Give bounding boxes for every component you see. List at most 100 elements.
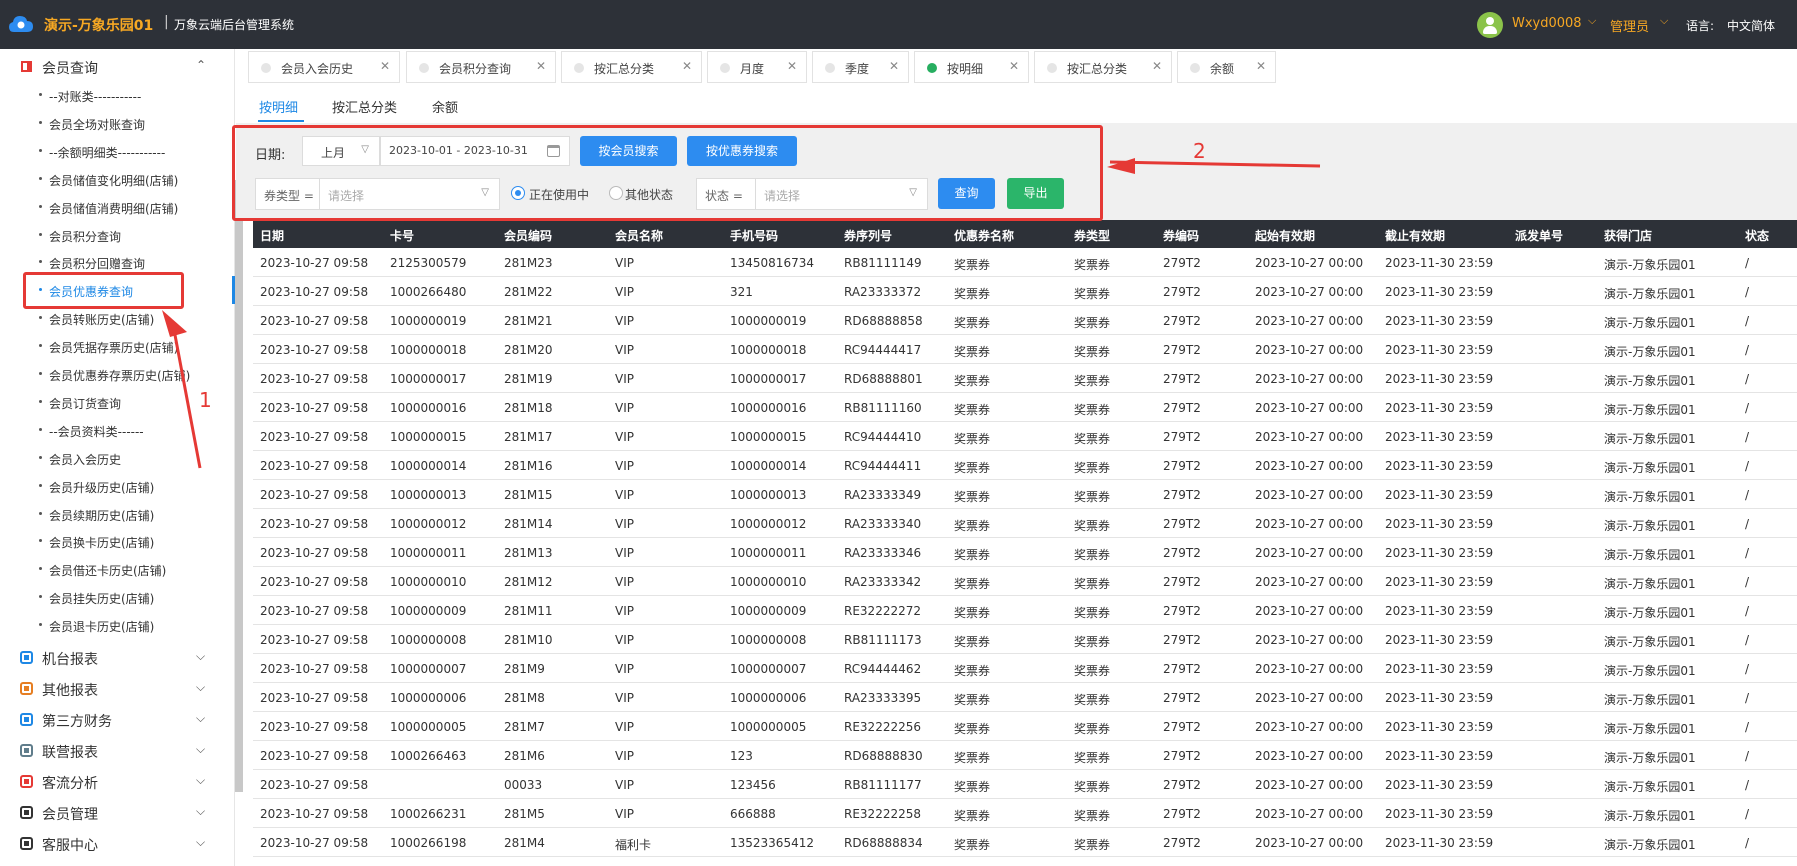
sidebar-scrollbar[interactable] xyxy=(235,180,243,792)
sidebar-item[interactable]: 会员挂失历史(店铺) xyxy=(0,583,235,611)
table-cell: 奖票券 xyxy=(1074,345,1111,359)
table-row[interactable]: 2023-10-27 09:58 1000000010 281M12 VIP 10000… xyxy=(253,567,1797,596)
sidebar-item[interactable]: 会员入会历史 xyxy=(0,444,235,472)
table-row[interactable]: 2023-10-27 09:58 1000000007 281M9 VIP 100000… xyxy=(253,654,1797,683)
table-row[interactable]: 2023-10-27 09:58 1000000017 281M19 VIP 10000… xyxy=(253,364,1797,393)
table-row[interactable]: 2023-10-27 09:58 1000000005 281M7 VIP 100000… xyxy=(253,712,1797,741)
column-header[interactable]: 券类型 xyxy=(1074,227,1110,244)
sidebar-item[interactable]: 会员储值变化明细(店铺) xyxy=(0,165,235,193)
sidebar-item[interactable]: 会员凭据存票历史(店铺) xyxy=(0,332,235,360)
sidebar-item[interactable]: 会员换卡历史(店铺) xyxy=(0,527,235,555)
table-cell: 1000000012 xyxy=(730,517,807,531)
column-header[interactable]: 派发单号 xyxy=(1515,227,1563,244)
sidebar-group[interactable]: 其他报表 ⌵ xyxy=(0,673,235,703)
close-icon[interactable]: ✕ xyxy=(1009,59,1019,73)
user-name[interactable]: Wxyd0008 xyxy=(1512,16,1582,31)
table-row[interactable]: 2023-10-27 09:58 1000266231 281M5 VIP 666888… xyxy=(253,799,1797,828)
sidebar-item[interactable]: 会员储值消费明细(店铺) xyxy=(0,193,235,221)
column-header[interactable]: 手机号码 xyxy=(730,227,778,244)
sidebar-group[interactable]: 第三方财务 ⌵ xyxy=(0,704,235,734)
sidebar-group-member-query[interactable]: 会员查询 ⌃ xyxy=(0,51,235,81)
sidebar-item[interactable]: 会员借还卡历史(店铺) xyxy=(0,555,235,583)
table-cell: 2023-10-27 00:00 xyxy=(1255,749,1364,763)
sidebar-item[interactable]: 会员积分查询 xyxy=(0,221,235,249)
chevron-down-icon: ⌵ xyxy=(196,649,206,663)
column-header[interactable]: 会员名称 xyxy=(615,227,663,244)
table-cell: 1000000009 xyxy=(730,604,807,618)
table-cell: 1000000013 xyxy=(730,488,807,502)
sidebar-group[interactable]: 机台报表 ⌵ xyxy=(0,642,235,672)
table-row[interactable]: 2023-10-27 09:58 1000000008 281M10 VIP 10000… xyxy=(253,625,1797,654)
sidebar-group[interactable]: 客服中心 ⌵ xyxy=(0,828,235,858)
tab[interactable]: 按汇总分类 ✕ xyxy=(1034,51,1172,83)
table-row[interactable]: 2023-10-27 09:58 1000000009 281M11 VIP 10000… xyxy=(253,596,1797,625)
table-cell: / xyxy=(1745,836,1750,850)
table-row[interactable]: 2023-10-27 09:58 2125300579 281M23 VIP 13450… xyxy=(253,248,1797,277)
table-row[interactable]: 2023-10-27 09:58 1000000015 281M17 VIP 10000… xyxy=(253,422,1797,451)
bullet-icon xyxy=(39,539,42,543)
sidebar-item[interactable]: --对账类----------- xyxy=(0,81,235,109)
close-icon[interactable]: ✕ xyxy=(787,59,797,73)
column-header[interactable]: 会员编码 xyxy=(504,227,552,244)
column-header[interactable]: 获得门店 xyxy=(1604,227,1652,244)
table-cell: 1000000014 xyxy=(730,459,807,473)
sidebar-item[interactable]: --会员资料类------ xyxy=(0,416,235,444)
tab[interactable]: 月度 ✕ xyxy=(707,51,807,83)
subtab-summary[interactable]: 按汇总分类 xyxy=(332,97,397,116)
table-row[interactable]: 2023-10-27 09:58 1000000013 281M15 VIP 10000… xyxy=(253,480,1797,509)
table-row[interactable]: 2023-10-27 09:58 00033 VIP 123456 RB81111177… xyxy=(253,770,1797,799)
column-header[interactable]: 起始有效期 xyxy=(1255,227,1315,244)
sidebar-item[interactable]: 会员升级历史(店铺) xyxy=(0,472,235,500)
table-row[interactable]: 2023-10-27 09:58 1000000018 281M20 VIP 10000… xyxy=(253,335,1797,364)
sidebar-group[interactable]: 联营报表 ⌵ xyxy=(0,735,235,765)
app-name[interactable]: 演示-万象乐园01 xyxy=(44,15,153,35)
tab[interactable]: 余额 ✕ xyxy=(1177,51,1276,83)
column-header[interactable]: 卡号 xyxy=(390,227,414,244)
sidebar-item[interactable]: 会员优惠券存票历史(店铺) xyxy=(0,360,235,388)
role-chevron-down-icon[interactable]: ⌵ xyxy=(1660,14,1668,28)
table-row[interactable]: 2023-10-27 09:58 1000000011 281M13 VIP 10000… xyxy=(253,538,1797,567)
table-cell: 2023-10-27 09:58 xyxy=(260,546,369,560)
role-menu[interactable]: 管理员 xyxy=(1610,16,1649,35)
tab[interactable]: 季度 ✕ xyxy=(812,51,909,83)
table-cell: 281M22 xyxy=(504,285,553,299)
close-icon[interactable]: ✕ xyxy=(1152,59,1162,73)
sidebar-item[interactable]: --余额明细类----------- xyxy=(0,137,235,165)
table-row[interactable]: 2023-10-27 09:58 1000000006 281M8 VIP 100000… xyxy=(253,683,1797,712)
subtab-balance[interactable]: 余额 xyxy=(432,97,458,116)
tab[interactable]: 会员入会历史 ✕ xyxy=(248,51,400,83)
close-icon[interactable]: ✕ xyxy=(380,59,390,73)
sidebar-group[interactable]: 客流分析 ⌵ xyxy=(0,766,235,796)
subtab-detail[interactable]: 按明细 xyxy=(259,97,298,116)
sidebar-group[interactable]: 会员管理 ⌵ xyxy=(0,797,235,827)
column-header[interactable]: 优惠券名称 xyxy=(954,227,1014,244)
column-header[interactable]: 券编码 xyxy=(1163,227,1199,244)
column-header[interactable]: 状态 xyxy=(1745,227,1769,244)
close-icon[interactable]: ✕ xyxy=(682,59,692,73)
close-icon[interactable]: ✕ xyxy=(536,59,546,73)
sidebar-item[interactable]: 会员续期历史(店铺) xyxy=(0,500,235,528)
table-row[interactable]: 2023-10-27 09:58 1000000012 281M14 VIP 10000… xyxy=(253,509,1797,538)
bullet-icon xyxy=(39,455,42,459)
user-chevron-down-icon[interactable]: ⌵ xyxy=(1588,14,1596,28)
table-row[interactable]: 2023-10-27 09:58 1000000016 281M18 VIP 10000… xyxy=(253,393,1797,422)
column-header[interactable]: 日期 xyxy=(260,227,284,244)
table-row[interactable]: 2023-10-27 09:58 1000266480 281M22 VIP 321 RA… xyxy=(253,277,1797,306)
column-header[interactable]: 券序列号 xyxy=(844,227,892,244)
close-icon[interactable]: ✕ xyxy=(889,59,899,73)
table-row[interactable]: 2023-10-27 09:58 1000000019 281M21 VIP 10000… xyxy=(253,306,1797,335)
tab[interactable]: 按明细 ✕ xyxy=(914,51,1029,83)
tab[interactable]: 会员积分查询 ✕ xyxy=(406,51,556,83)
column-header[interactable]: 截止有效期 xyxy=(1385,227,1445,244)
tab[interactable]: 按汇总分类 ✕ xyxy=(561,51,702,83)
table-row[interactable]: 2023-10-27 09:58 1000000014 281M16 VIP 10000… xyxy=(253,451,1797,480)
table-cell: RE32222258 xyxy=(844,807,921,821)
sidebar-item[interactable]: 会员退卡历史(店铺) xyxy=(0,611,235,639)
language-select[interactable]: 中文简体 xyxy=(1727,17,1775,34)
table-row[interactable]: 2023-10-27 09:58 1000266463 281M6 VIP 123 RD6… xyxy=(253,741,1797,770)
close-icon[interactable]: ✕ xyxy=(1256,59,1266,73)
sidebar-item[interactable]: 会员全场对账查询 xyxy=(0,109,235,137)
user-avatar[interactable] xyxy=(1477,12,1503,38)
table-cell: VIP xyxy=(615,720,634,734)
table-row[interactable]: 2023-10-27 09:58 1000266198 281M4 福利卡 135233… xyxy=(253,828,1797,857)
